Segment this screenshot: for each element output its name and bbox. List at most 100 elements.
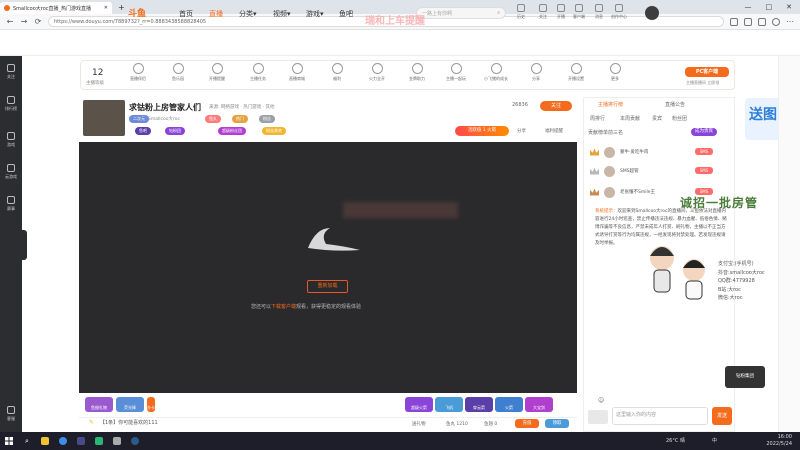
sidebar-item-game[interactable]: 游戏 — [0, 132, 22, 148]
browser-menu-icon[interactable]: ⋯ — [786, 17, 794, 26]
vip-pill[interactable]: 粉丝贵宾 — [262, 127, 286, 135]
subtab-fans[interactable]: 粉丝团 — [672, 115, 687, 122]
gift-item[interactable]: 荧光棒 — [116, 397, 144, 412]
nav-live[interactable]: 直播 — [209, 9, 223, 19]
browser-tab[interactable]: Smallcoo大roc直播_热门游戏直播 ✕ — [0, 2, 112, 14]
nav-category[interactable]: 分类▾ — [239, 9, 257, 19]
tool-reminder[interactable]: 开播提醒 — [202, 63, 232, 82]
taskbar-app[interactable] — [54, 432, 72, 450]
tool-share[interactable]: 分享 — [521, 63, 551, 82]
tab-announcement[interactable]: 直播公告 — [665, 101, 685, 108]
search-input[interactable]: 一路上有你啊 ⌕ — [416, 7, 506, 19]
nav-fishbar[interactable]: 鱼吧 — [339, 9, 353, 19]
nav-games[interactable]: 游戏▾ — [306, 9, 324, 19]
subtab-contribution[interactable]: 本周贡献 — [620, 115, 640, 122]
back-icon[interactable]: ← — [6, 17, 14, 26]
tool-gold-help[interactable]: 金牌助力 — [402, 63, 432, 82]
fan-group-pill[interactable]: 钻粉团 — [165, 127, 185, 135]
header-creator[interactable]: 创作中心 — [611, 4, 627, 20]
gift-item[interactable]: 办卡 — [147, 397, 155, 412]
tool-settings[interactable]: 开播设置 — [561, 63, 591, 82]
hot-value-badge[interactable]: 活跃值 1 火箭 — [455, 126, 509, 136]
tool-play-together[interactable]: 主播一起玩 — [441, 63, 471, 82]
sidebar-item-service[interactable]: 客服 — [0, 406, 22, 422]
follow-count: 26836 — [512, 102, 528, 108]
ticker-text[interactable]: 【1条】你可能喜欢的111 — [100, 419, 158, 426]
sidebar-item-follow[interactable]: 关注 — [0, 64, 22, 80]
report-button[interactable]: 福利提醒 — [545, 128, 563, 134]
tool-shop[interactable]: 直播商城 — [282, 63, 312, 82]
room-category[interactable]: 来源: 网络游戏 · 热门游戏 · 其他 — [209, 104, 275, 110]
become-vip-button[interactable]: 成为贵宾 — [691, 128, 717, 136]
taskbar-app[interactable] — [126, 432, 144, 450]
chat-avatar-button[interactable] — [588, 410, 608, 424]
chat-input[interactable]: 这里输入你的内容 — [612, 407, 708, 425]
douyu-logo[interactable]: 斗鱼 — [128, 6, 146, 19]
search-icon[interactable]: ⌕ — [497, 10, 500, 16]
system-clock[interactable]: 16:00 2022/5/24 — [766, 434, 792, 447]
tool-paradise[interactable]: 鱼乐园 — [163, 63, 193, 82]
collections-icon[interactable] — [758, 17, 766, 26]
tab-anchor-rank[interactable]: 主播排行榜 — [598, 101, 623, 108]
nav-home[interactable]: 首页 — [179, 9, 193, 19]
anchor-avatar[interactable] — [83, 100, 125, 136]
gift-item[interactable]: 超级火箭 — [405, 397, 433, 412]
tab-close-icon[interactable]: ✕ — [104, 5, 108, 11]
send-button[interactable]: 发送 — [712, 407, 732, 425]
gift-item[interactable]: 飞机 — [435, 397, 463, 412]
claim-button[interactable]: 领取 — [545, 419, 569, 428]
recharge-button[interactable]: 充值 — [515, 419, 539, 428]
minimize-button[interactable]: — — [745, 3, 752, 11]
header-broadcast[interactable]: 开播 — [553, 4, 569, 20]
sidebar-item-cloud-game[interactable]: 云游戏 — [0, 164, 22, 180]
subtab-vip[interactable]: 贵宾 — [652, 115, 662, 122]
follow-button[interactable]: 关注 — [540, 101, 572, 111]
subtab-week[interactable]: 周排行 — [590, 115, 605, 122]
pc-client-button[interactable]: PC客户端 — [685, 67, 729, 77]
header-client[interactable]: 客户端 — [571, 4, 587, 20]
extension-icon[interactable] — [730, 17, 738, 26]
taskbar-app[interactable] — [90, 432, 108, 450]
gift-item[interactable]: 鱼翅礼物 — [85, 397, 113, 412]
sidebar-item-rank[interactable]: 排行榜 — [0, 96, 22, 112]
taskbar-app[interactable] — [72, 432, 90, 450]
gift-item[interactable]: 火箭 — [495, 397, 523, 412]
forward-icon[interactable]: → — [20, 17, 28, 26]
weather-widget[interactable]: 26°C 晴 — [666, 437, 685, 444]
refresh-icon[interactable]: ⟳ — [34, 17, 42, 26]
tool-tasks[interactable]: 主播任务 — [243, 63, 273, 82]
emoji-icon[interactable]: ☺ — [598, 397, 604, 404]
tool-more[interactable]: 更多 — [600, 63, 630, 82]
crown-icon — [590, 188, 599, 196]
tool-firepower[interactable]: 火力全开 — [362, 63, 392, 82]
profile-icon[interactable] — [772, 17, 780, 26]
input-language-indicator[interactable]: 中 — [712, 437, 717, 444]
header-history[interactable]: 历史 — [513, 4, 529, 20]
download-client-link[interactable]: 下载客户端 — [271, 304, 296, 310]
video-player[interactable] — [79, 142, 577, 393]
nav-video[interactable]: 视频▾ — [273, 9, 291, 19]
sidebar-collapse-handle[interactable] — [22, 230, 27, 260]
taskbar-search[interactable]: ⌕ — [18, 432, 36, 450]
gift-item[interactable]: 穿云箭 — [465, 397, 493, 412]
header-message[interactable]: 消息 — [591, 4, 607, 20]
reload-button[interactable]: 重新加载 — [307, 280, 348, 293]
user-avatar[interactable] — [645, 6, 659, 20]
sidebar-item-events[interactable]: 赛事 — [0, 196, 22, 212]
tool-companion[interactable]: 直播伴侣 — [123, 63, 153, 82]
header-icon-label: 创作中心 — [611, 14, 627, 19]
taskbar-app[interactable] — [36, 432, 54, 450]
close-window-button[interactable]: ✕ — [786, 3, 792, 11]
taskbar-app[interactable] — [108, 432, 126, 450]
super-fan-pill[interactable]: 超级粉丝团 — [218, 127, 246, 135]
share-button[interactable]: 分享 — [517, 128, 526, 134]
windows-start-button[interactable] — [0, 432, 18, 450]
fishbar-pill[interactable]: 鱼吧 — [135, 127, 151, 135]
tool-growth[interactable]: 小飞猪的成长 — [481, 63, 511, 82]
gift-item[interactable]: 大宝剑 — [525, 397, 553, 412]
tool-welfare[interactable]: 福利 — [322, 63, 352, 82]
anchor-name[interactable]: Smallcoo大roc — [148, 116, 180, 122]
header-follow[interactable]: 关注 — [535, 4, 551, 20]
favorites-icon[interactable] — [744, 17, 752, 26]
maximize-button[interactable]: □ — [766, 3, 773, 11]
